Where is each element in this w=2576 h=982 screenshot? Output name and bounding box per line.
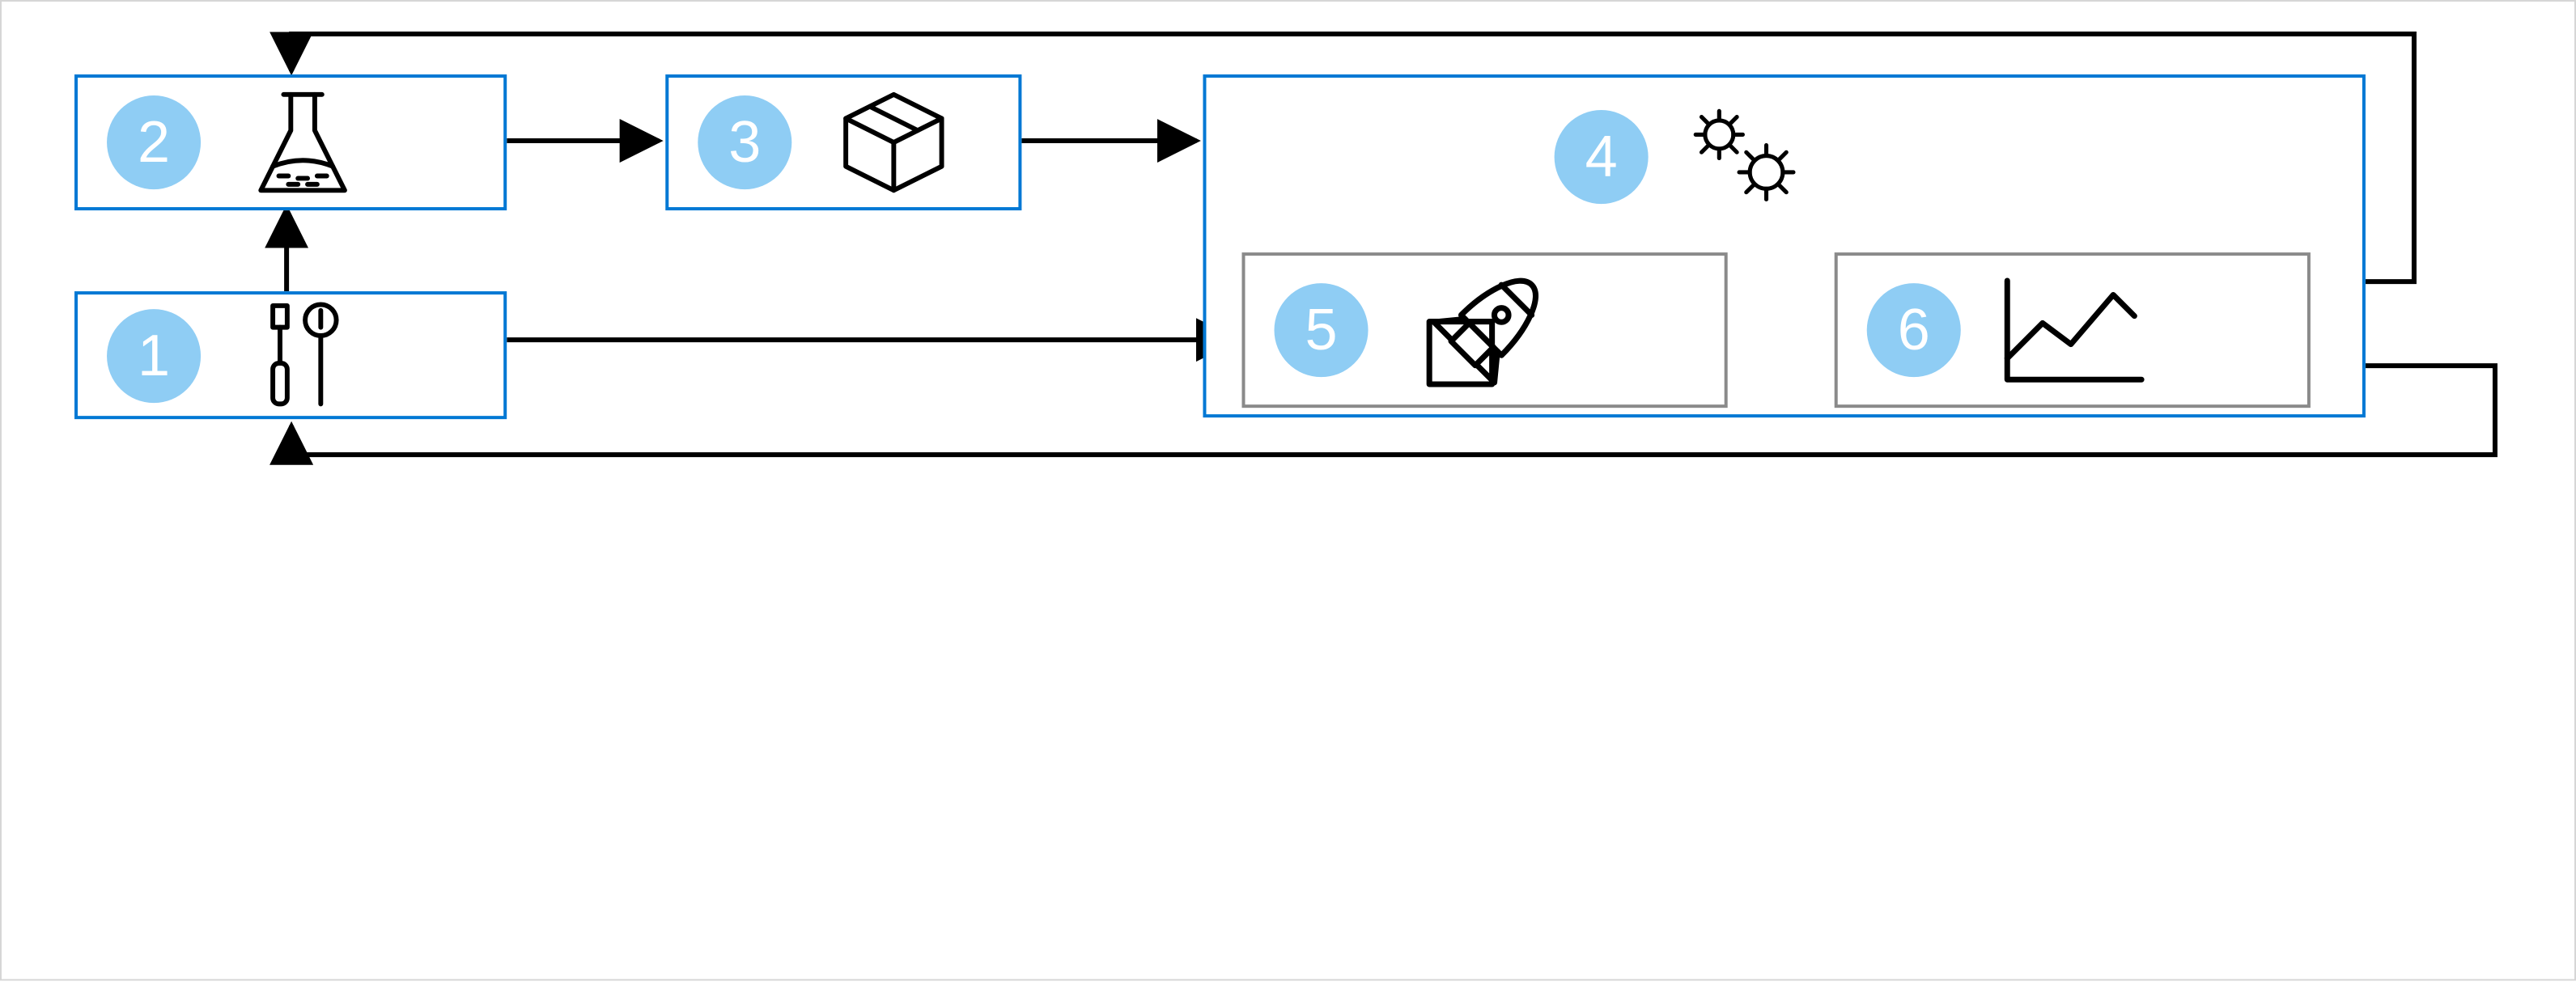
node-package: 3 [665,74,1021,210]
tools-icon [230,282,376,428]
node-rocket: 5 [1241,252,1727,408]
gears-icon [1684,100,1814,214]
badge-1-num: 1 [138,326,170,384]
architecture-diagram: 2 3 4 [0,0,2576,980]
badge-1: 1 [107,308,201,402]
badge-4: 4 [1555,110,1649,204]
node-tools: 1 [74,291,507,419]
badge-6: 6 [1867,283,1961,377]
flask-icon [230,70,376,215]
package-icon [821,70,966,215]
badge-5-num: 5 [1305,301,1337,359]
badge-3: 3 [698,95,791,189]
badge-2-num: 2 [138,113,170,171]
badge-5: 5 [1274,283,1368,377]
badge-3-num: 3 [728,113,761,171]
rocket-icon [1398,259,1576,401]
badge-6-num: 6 [1898,301,1930,359]
node-flask: 2 [74,74,507,210]
badge-2: 2 [107,95,201,189]
chart-icon [1990,257,2152,403]
badge-4-num: 4 [1585,128,1618,186]
node-pipeline-container: 4 [1203,74,2365,417]
node-chart: 6 [1835,252,2311,408]
